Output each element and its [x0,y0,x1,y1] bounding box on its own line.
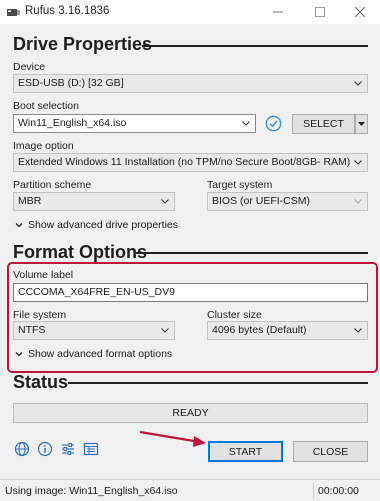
status-bar: Using image: Win11_English_x64.iso 00:00… [0,479,380,501]
chevron-down-icon [354,199,362,204]
drive-properties-heading: Drive Properties [13,34,153,54]
minimize-icon [273,11,283,13]
boot-selection-value: Win11_English_x64.iso [18,117,127,129]
check-hash-icon[interactable] [265,115,282,132]
target-system-dropdown[interactable]: BIOS (or UEFI-CSM) [207,192,368,211]
chevron-down-icon [354,160,362,165]
chevron-down-icon [358,122,365,126]
maximize-icon [315,7,325,17]
target-system-value: BIOS (or UEFI-CSM) [212,195,311,207]
image-option-dropdown[interactable]: Extended Windows 11 Installation (no TPM… [13,153,368,172]
close-icon [355,7,365,17]
minimize-button[interactable] [258,0,298,24]
log-icon[interactable] [83,441,99,457]
status-heading: Status [13,372,69,392]
advanced-drive-properties-toggle[interactable]: Show advanced drive properties [15,219,178,231]
target-system-label: Target system [207,179,273,191]
globe-icon[interactable] [14,441,30,457]
chevron-down-icon [15,223,23,228]
device-label: Device [13,61,46,73]
close-window-button[interactable] [340,0,380,24]
select-button[interactable]: SELECT [292,114,355,134]
usb-drive-icon [7,9,20,16]
section-divider [136,252,368,254]
close-button[interactable]: CLOSE [293,441,368,462]
select-split-button[interactable] [355,114,368,134]
section-divider [68,382,368,384]
maximize-button[interactable] [300,0,340,24]
title-bar: Rufus 3.16.1836 [0,0,380,24]
settings-sliders-icon[interactable] [60,441,76,457]
progress-bar: READY [13,403,368,423]
chevron-down-icon [242,121,250,126]
image-option-value: Extended Windows 11 Installation (no TPM… [18,156,351,168]
boot-selection-dropdown[interactable]: Win11_English_x64.iso [13,114,256,133]
info-icon[interactable] [37,441,53,457]
status-message: Using image: Win11_English_x64.iso [5,485,178,497]
partition-scheme-value: MBR [18,195,42,207]
device-value: ESD-USB (D:) [32 GB] [18,77,124,89]
partition-scheme-label: Partition scheme [13,179,92,191]
elapsed-time: 00:00:00 [318,485,359,497]
chevron-down-icon [354,81,362,86]
format-options-heading: Format Options [13,242,147,262]
image-option-label: Image option [13,140,74,152]
format-options-highlight [7,262,378,373]
chevron-down-icon [161,199,169,204]
start-button[interactable]: START [208,441,283,462]
progress-text: READY [172,407,209,419]
status-separator [313,483,314,499]
device-dropdown[interactable]: ESD-USB (D:) [32 GB] [13,74,368,93]
advanced-drive-properties-label: Show advanced drive properties [28,219,179,231]
partition-scheme-dropdown[interactable]: MBR [13,192,175,211]
section-divider [142,45,368,47]
boot-selection-label: Boot selection [13,100,79,112]
window-title: Rufus 3.16.1836 [25,5,110,17]
annotation-arrow-icon [139,430,206,447]
